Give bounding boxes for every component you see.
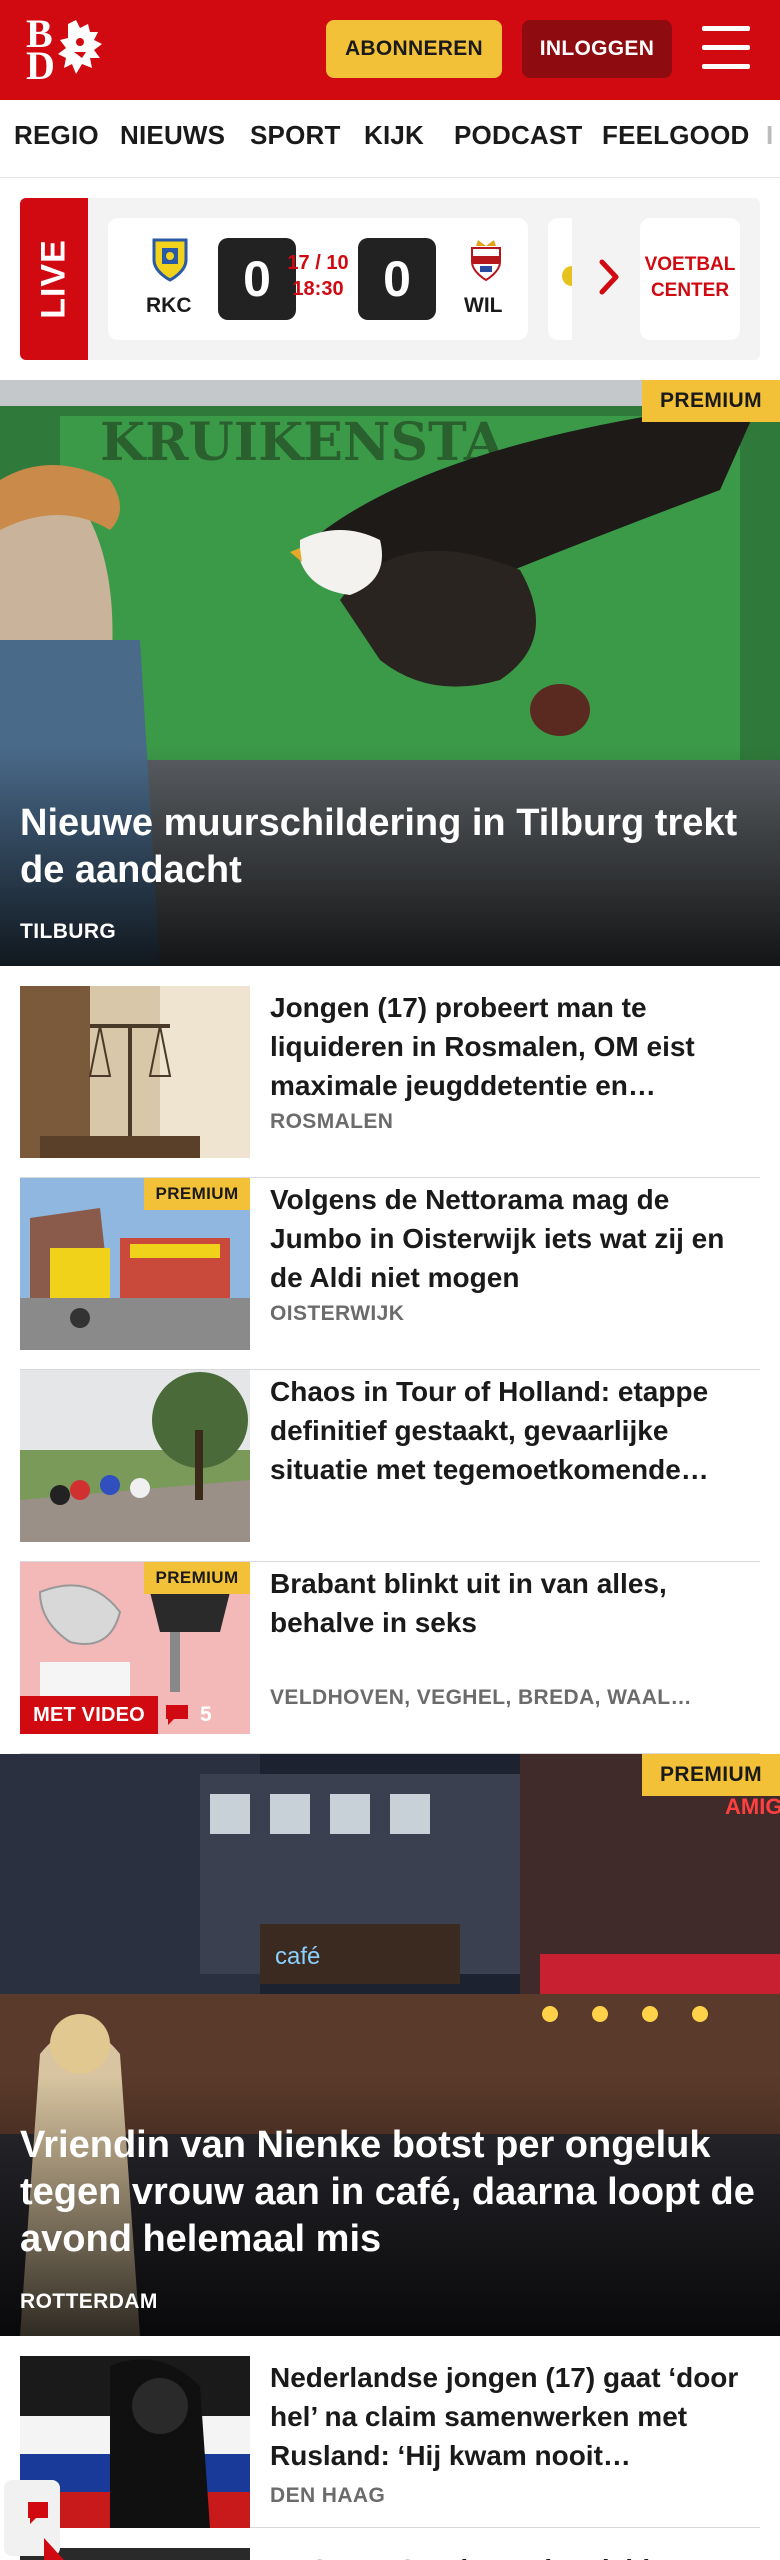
article-location: VELDHOVEN, VEGHEL, BREDA, WAAL… <box>270 1686 692 1709</box>
video-label: MET VIDEO <box>20 1696 158 1734</box>
hero-article-mural[interactable]: KRUIKENSTA PREMIUM Nieuwe muurschilderin… <box>0 380 780 966</box>
cafe-sign: café <box>275 1943 320 1970</box>
logo-letter-d: D <box>26 43 55 88</box>
hero-location: ROTTERDAM <box>20 2290 158 2313</box>
list-item[interactable]: PREMIUM Volgens de Nettorama mag de Jumb… <box>20 1178 760 1370</box>
amigo-sign: AMIGO <box>725 1794 780 1819</box>
article-location: OISTERWIJK <box>270 1302 405 1325</box>
voetbal-center-line2: CENTER <box>650 280 730 301</box>
home-team-name: RKC <box>146 294 192 317</box>
live-scores-widget: LIVE RKC 0 17 / 10 18:30 0 WIL VOETBAL C… <box>20 198 760 360</box>
chevron-right-icon[interactable] <box>590 252 630 302</box>
article-thumbnail <box>20 986 250 1158</box>
site-header: B D ABONNEREN INLOGGEN <box>0 0 780 100</box>
nav-item-overflow[interactable]: I <box>766 120 773 151</box>
premium-badge: PREMIUM <box>642 1754 780 1796</box>
hero-location: TILBURG <box>20 920 117 943</box>
rkc-badge-icon <box>152 238 188 282</box>
subscribe-button[interactable]: ABONNEREN <box>326 20 502 78</box>
article-title: Brabant blinkt uit in van alles, behalve… <box>270 1568 667 1638</box>
article-location: ROSMALEN <box>270 1110 394 1133</box>
nav-item-regio[interactable]: REGIO <box>14 120 99 151</box>
chat-fab[interactable] <box>0 2476 64 2560</box>
voetbal-center-line1: VOETBAL <box>644 254 736 275</box>
hero-title: Nieuwe muurschildering in Tilburg trekt … <box>20 802 738 891</box>
comment-count[interactable]: 5 <box>164 1696 244 1734</box>
nav-item-kijk[interactable]: KIJK <box>364 120 424 151</box>
nav-item-nieuws[interactable]: NIEUWS <box>120 120 225 151</box>
section-nav: REGIO NIEUWS SPORT KIJK PODCAST FEELGOOD… <box>0 100 780 178</box>
video-badge: MET VIDEO 5 <box>20 1696 250 1734</box>
nav-item-feelgood[interactable]: FEELGOOD <box>602 120 750 151</box>
match-time: 18:30 <box>292 278 344 300</box>
chat-icon <box>4 2480 64 2560</box>
wil-badge-icon <box>471 240 501 282</box>
list-item[interactable]: Jongen (17) probeert man te liquideren i… <box>20 986 760 1178</box>
premium-badge: PREMIUM <box>642 380 780 422</box>
live-tab: LIVE <box>20 198 88 360</box>
list-item[interactable]: Chaos in Tour of Holland: etappe definit… <box>20 1370 760 1562</box>
site-logo[interactable]: B D <box>26 14 116 86</box>
list-item[interactable]: AEG en ASE uit pand verleidt… <box>20 2548 760 2560</box>
login-button[interactable]: INLOGGEN <box>522 20 672 78</box>
hero-title: Vriendin van Nienke botst per ongeluk te… <box>20 2124 755 2260</box>
away-score: 0 <box>358 238 436 320</box>
premium-badge: PREMIUM <box>144 1178 250 1210</box>
comment-icon <box>166 1705 188 1725</box>
match-date-time: 17 / 10 18:30 <box>283 250 353 302</box>
article-title: Nederlandse jongen (17) gaat ‘door hel’ … <box>270 2362 739 2471</box>
nav-item-sport[interactable]: SPORT <box>250 120 341 151</box>
mural-wall-text: KRUIKENSTA <box>100 412 505 473</box>
comment-count-value: 5 <box>200 1703 212 1726</box>
hamburger-menu-icon[interactable] <box>700 24 752 72</box>
hero-article-nienke[interactable]: AMIGO café PREMIUM Vriendin van Nienke b… <box>0 1754 780 2336</box>
next-match-card[interactable] <box>548 218 572 340</box>
article-title: Chaos in Tour of Holland: etappe definit… <box>270 1376 709 1485</box>
nav-item-podcast[interactable]: PODCAST <box>454 120 583 151</box>
article-thumbnail: PREMIUM MET VIDEO 5 <box>20 1562 250 1734</box>
article-location: DEN HAAG <box>270 2484 386 2507</box>
voetbal-center-button[interactable]: VOETBAL CENTER <box>640 218 740 340</box>
article-thumbnail <box>20 1370 250 1542</box>
live-label: LIVE <box>34 239 73 319</box>
list-item[interactable]: PREMIUM MET VIDEO 5 Brabant blinkt uit i… <box>20 1562 760 1754</box>
list-item[interactable]: Nederlandse jongen (17) gaat ‘door hel’ … <box>20 2356 760 2528</box>
lion-icon <box>58 20 102 74</box>
article-title: Volgens de Nettorama mag de Jumbo in Ois… <box>270 1184 725 1293</box>
premium-badge: PREMIUM <box>144 1562 250 1594</box>
match-card[interactable]: RKC 0 17 / 10 18:30 0 WIL <box>108 218 528 340</box>
article-title: Jongen (17) probeert man te liquideren i… <box>270 992 695 1101</box>
article-title: AEG en ASE uit pand verleidt… <box>270 2550 750 2560</box>
match-date: 17 / 10 <box>287 252 349 274</box>
article-thumbnail: PREMIUM <box>20 1178 250 1350</box>
away-team-name: WIL <box>464 294 503 317</box>
